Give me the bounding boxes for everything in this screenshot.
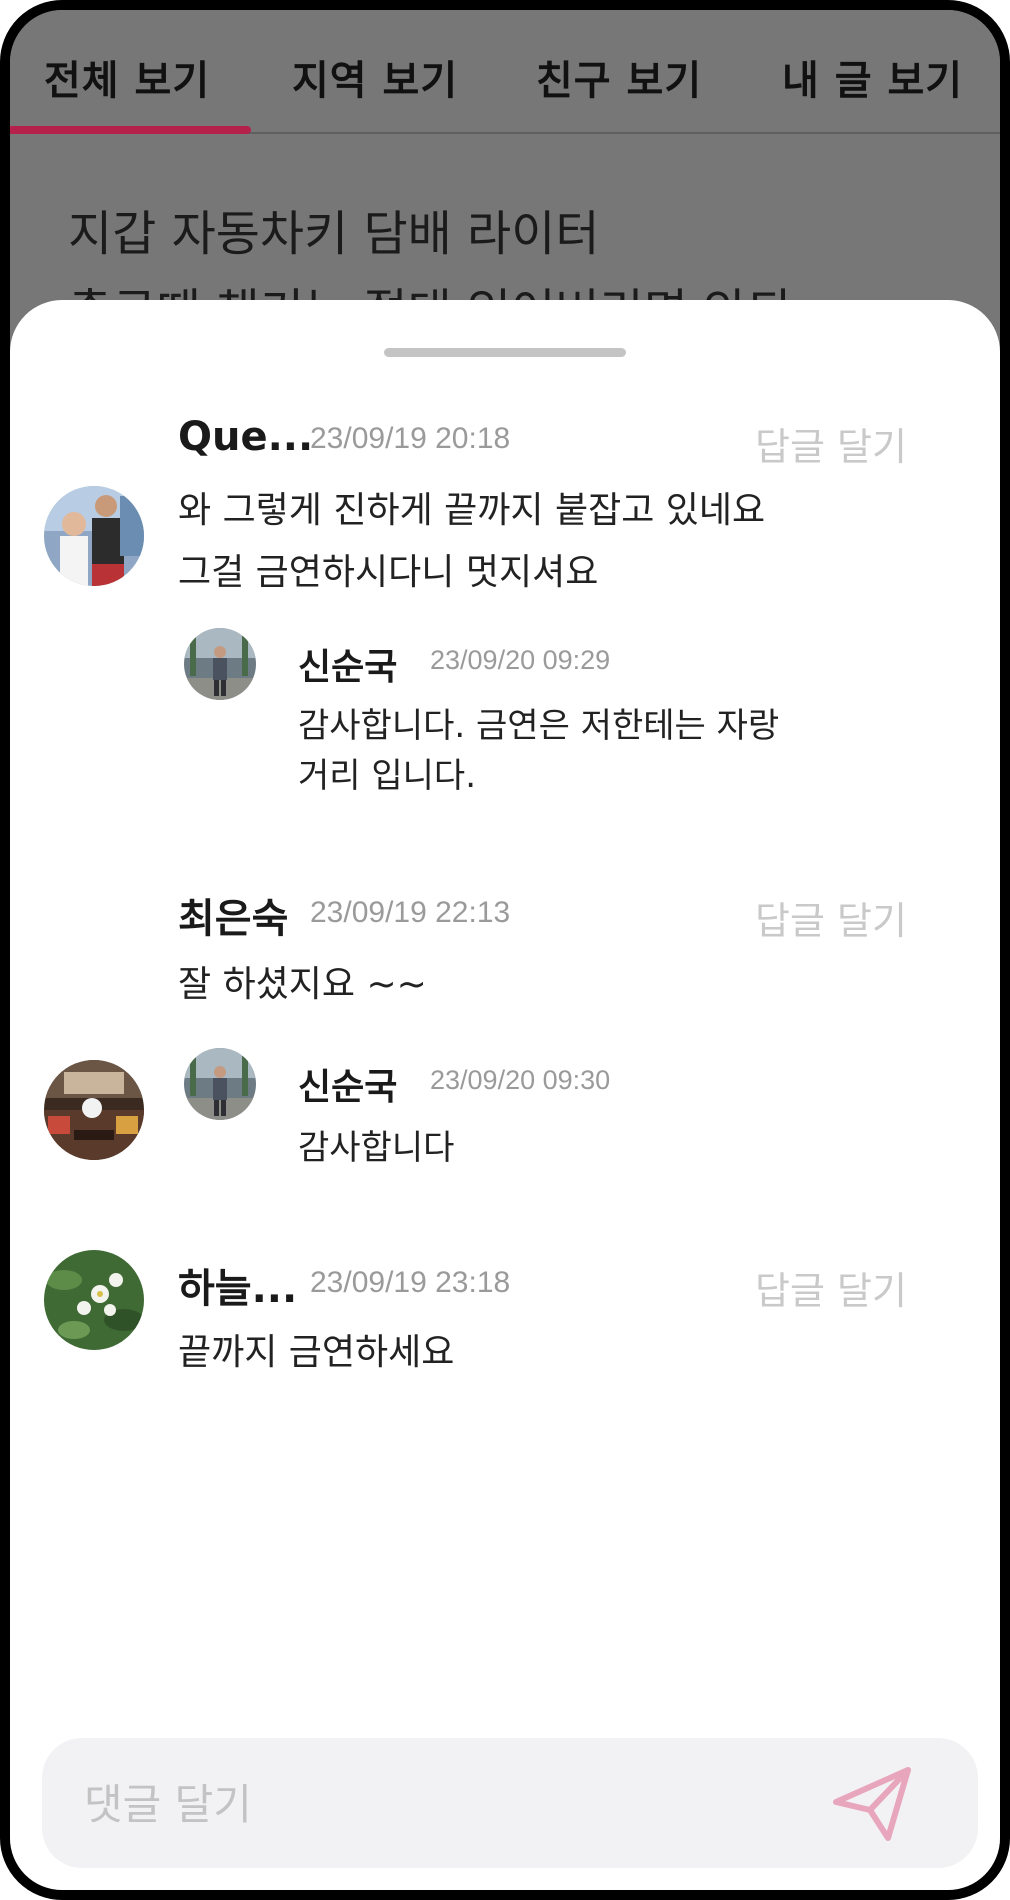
reply-time: 23/09/20 09:29	[430, 645, 611, 675]
photo-two-men-icon	[44, 486, 144, 586]
comment-text: 잘 하셨지요 ~~	[178, 964, 427, 1005]
avatar[interactable]	[184, 628, 256, 700]
tab-bar: 전체 보기 지역 보기 친구 보기 내 글 보기	[10, 10, 1000, 134]
reply-author: 신순국	[298, 647, 398, 688]
photo-restaurant-icon	[44, 1060, 144, 1160]
active-tab-indicator	[10, 126, 251, 134]
avatar[interactable]	[44, 486, 144, 586]
send-button[interactable]	[828, 1758, 918, 1848]
comment-author: 최은숙	[178, 896, 289, 942]
sheet-drag-handle[interactable]	[384, 348, 626, 357]
comment-text: 그걸 금연하시다니 멋지셔요	[178, 552, 599, 593]
reply-text: 감사합니다	[298, 1128, 455, 1168]
comment-text: 와 그렇게 진하게 끝까지 붙잡고 있네요	[178, 490, 766, 531]
avatar[interactable]	[184, 1048, 256, 1120]
comment-time: 23/09/19 22:13	[310, 896, 511, 929]
tab-my-posts[interactable]: 내 글 보기	[782, 48, 963, 106]
comment-author: Que...	[178, 414, 314, 460]
comment-author: 하늘...	[178, 1266, 298, 1312]
reply-button[interactable]: 답글 달기	[755, 416, 907, 471]
paper-plane-icon	[833, 1767, 911, 1841]
comment-time: 23/09/19 23:18	[310, 1266, 511, 1299]
photo-flowers-icon	[44, 1250, 144, 1350]
reply-button[interactable]: 답글 달기	[755, 1260, 907, 1315]
tab-all[interactable]: 전체 보기	[44, 48, 210, 106]
reply-author: 신순국	[298, 1067, 398, 1108]
tab-friends[interactable]: 친구 보기	[536, 48, 702, 106]
avatar[interactable]	[44, 1250, 144, 1350]
reply-time: 23/09/20 09:30	[430, 1065, 611, 1095]
phone-frame: 전체 보기 지역 보기 친구 보기 내 글 보기 지갑 자동차키 담배 라이터 …	[0, 0, 1010, 1900]
avatar[interactable]	[44, 1060, 144, 1160]
post-text-line: 지갑 자동차키 담배 라이터	[68, 206, 600, 262]
photo-man-street-icon	[184, 628, 256, 700]
comment-input-bar	[42, 1738, 978, 1868]
comment-input[interactable]	[82, 1768, 786, 1840]
reply-text: 거리 입니다.	[298, 756, 477, 796]
reply-button[interactable]: 답글 달기	[755, 890, 907, 945]
comment-time: 23/09/19 20:18	[310, 422, 511, 455]
comments-bottom-sheet: Que... 23/09/19 20:18 답글 달기 와 그렇게 진하게 끝까…	[10, 300, 1000, 1890]
comment-text: 끝까지 금연하세요	[178, 1332, 455, 1373]
tab-region[interactable]: 지역 보기	[292, 48, 458, 106]
photo-man-street-icon	[184, 1048, 256, 1120]
